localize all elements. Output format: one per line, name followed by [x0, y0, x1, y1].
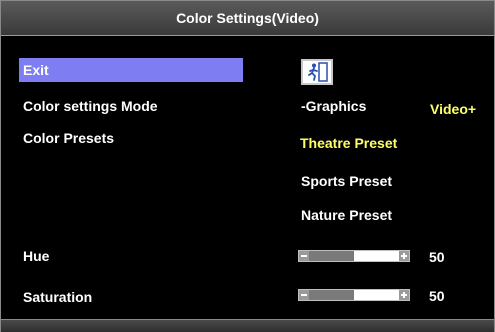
saturation-increase-icon[interactable] [399, 290, 409, 300]
osd-window: Color Settings(Video) Exit Color setting… [0, 0, 495, 332]
hue-label[interactable]: Hue [23, 247, 49, 265]
preset-nature[interactable]: Nature Preset [301, 206, 392, 224]
window-title: Color Settings(Video) [1, 1, 494, 36]
exit-menu-item[interactable]: Exit [19, 58, 243, 82]
preset-sports[interactable]: Sports Preset [301, 172, 392, 190]
saturation-decrease-icon[interactable] [299, 290, 309, 300]
color-presets-label[interactable]: Color Presets [23, 129, 114, 147]
hue-slider-fill [309, 251, 354, 261]
exit-icon[interactable] [301, 59, 333, 85]
hue-increase-icon[interactable] [399, 251, 409, 261]
exit-label: Exit [23, 62, 49, 78]
saturation-slider[interactable] [298, 289, 410, 301]
saturation-slider-fill [309, 290, 354, 300]
bottom-bar [1, 319, 494, 332]
hue-value: 50 [429, 249, 445, 265]
color-settings-mode-label[interactable]: Color settings Mode [23, 97, 158, 115]
preset-theatre[interactable]: Theatre Preset [300, 134, 397, 152]
saturation-value: 50 [429, 288, 445, 304]
saturation-label[interactable]: Saturation [23, 288, 92, 306]
hue-decrease-icon[interactable] [299, 251, 309, 261]
mode-option-graphics[interactable]: -Graphics [301, 97, 366, 115]
hue-slider[interactable] [298, 250, 410, 262]
mode-option-video[interactable]: Video+ [430, 100, 476, 118]
